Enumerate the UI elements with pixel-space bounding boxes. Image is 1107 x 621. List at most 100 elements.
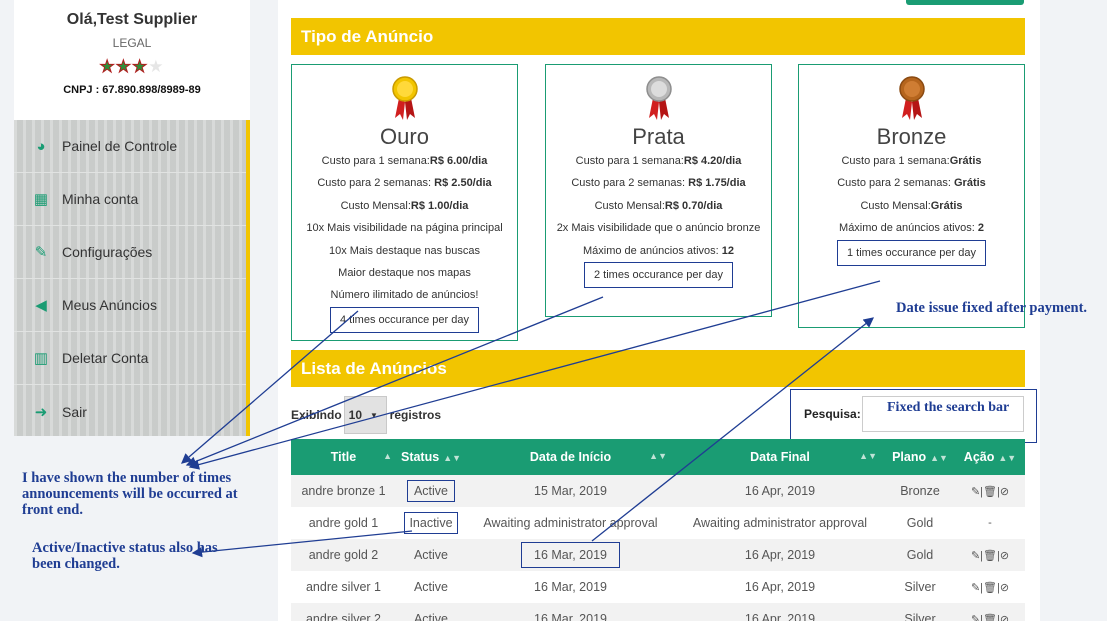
- table-header-row: Title ▲ Status ▲▼ Data de Início ▲▼ Data Fi…: [291, 439, 1025, 475]
- cell-status: Active: [396, 539, 466, 571]
- top-action-button[interactable]: [906, 0, 1024, 5]
- plan-max-ads: Máximo de anúncios ativos: 2: [839, 222, 984, 235]
- entries-select[interactable]: 10 ▼: [343, 396, 387, 434]
- plan-feature: Número ilimitado de anúncios!: [330, 289, 479, 302]
- cell-actions[interactable]: ✎|🗑|⊘: [955, 571, 1025, 603]
- sidebar-item-meus-anuncios[interactable]: ◀ Meus Anúncios: [14, 279, 246, 332]
- plan-price-1-week: Custo para 1 semana:Grátis: [841, 155, 982, 167]
- cell-actions[interactable]: ✎|🗑|⊘: [955, 539, 1025, 571]
- cell-end-date: 16 Apr, 2019: [675, 539, 885, 571]
- plan-feature: Maior destaque nos mapas: [338, 267, 471, 280]
- cell-title: andre silver 1: [291, 571, 396, 603]
- cell-start-date: 15 Mar, 2019: [466, 475, 675, 507]
- rating-stars: ★★★★: [14, 57, 250, 76]
- sort-icon: ▲▼: [859, 451, 877, 461]
- building-icon: ▦: [33, 191, 49, 208]
- cell-actions[interactable]: ✎|🗑|⊘: [955, 603, 1025, 621]
- gold-medal-icon: [391, 76, 418, 120]
- plan-price-monthly: Custo Mensal:R$ 1.00/dia: [340, 199, 469, 212]
- cell-title: andre gold 1: [291, 507, 396, 539]
- table-row: andre gold 2 Active 16 Mar, 2019 16 Apr,…: [291, 539, 1025, 571]
- entries-value: 10: [348, 408, 363, 422]
- column-header-plan[interactable]: Plano ▲▼: [885, 439, 955, 475]
- table-row: andre silver 2 Active 16 Mar, 2019 16 Ap…: [291, 603, 1025, 621]
- cell-start-date: 16 Mar, 2019: [466, 539, 675, 571]
- entries-prefix: Exibindo: [291, 408, 342, 422]
- cell-status: Active: [396, 475, 466, 507]
- chevron-down-icon: ▼: [370, 410, 378, 420]
- bronze-medal-icon: [898, 76, 925, 120]
- plan-price-2-weeks: Custo para 2 semanas: R$ 2.50/dia: [317, 177, 492, 190]
- plan-feature: 10x Mais destaque nas buscas: [328, 244, 481, 257]
- star-icon: ★: [99, 57, 116, 76]
- cell-title: andre silver 2: [291, 603, 396, 621]
- cell-plan: Gold: [885, 539, 955, 571]
- plan-name: Ouro: [380, 124, 429, 149]
- sidebar-item-label: Minha conta: [62, 191, 139, 207]
- plan-feature: 10x Mais visibilidade na página principa…: [306, 222, 503, 235]
- sidebar-item-label: Painel de Controle: [62, 138, 178, 154]
- silver-medal-icon: [645, 76, 672, 120]
- megaphone-icon: ◀: [35, 297, 47, 314]
- sort-icon: ▲▼: [443, 453, 462, 463]
- plan-card-bronze[interactable]: Bronze Custo para 1 semana:Grátis Custo …: [798, 64, 1025, 328]
- sidebar-item-painel[interactable]: ◕ Painel de Controle: [14, 120, 246, 173]
- cell-status: Active: [396, 571, 466, 603]
- sort-icon: ▲▼: [998, 453, 1017, 463]
- sidebar-item-configuracoes[interactable]: ✎ Configurações: [14, 226, 246, 279]
- plan-name: Bronze: [876, 124, 947, 149]
- cell-end-date: 16 Apr, 2019: [675, 603, 885, 621]
- star-icon: ★: [115, 57, 132, 76]
- column-header-title[interactable]: Title ▲: [291, 439, 396, 475]
- cnpj-number: CNPJ : 67.890.898/8989-89: [63, 84, 201, 96]
- cell-start-date: 16 Mar, 2019: [466, 603, 675, 621]
- cell-plan: Bronze: [885, 475, 955, 507]
- sort-icon: ▲▼: [930, 453, 948, 463]
- annotation-occurrence-note: I have shown the number of times announc…: [22, 470, 238, 518]
- annotation-date-note: Date issue fixed after payment.: [896, 300, 1088, 316]
- search-input[interactable]: Fixed the search bar: [862, 396, 1024, 432]
- cell-start-date: 16 Mar, 2019: [466, 571, 675, 603]
- sidebar-item-label: Configurações: [62, 244, 153, 260]
- sidebar-item-sair[interactable]: ➜ Sair: [14, 385, 246, 438]
- sidebar-item-minha-conta[interactable]: ▦ Minha conta: [14, 173, 246, 226]
- column-header-end-date[interactable]: Data Final ▲▼: [675, 439, 885, 475]
- column-header-action[interactable]: Ação ▲▼: [955, 439, 1025, 475]
- cell-actions: -: [955, 507, 1025, 539]
- plan-price-1-week: Custo para 1 semana:R$ 4.20/dia: [575, 155, 742, 167]
- cell-status: Active: [396, 603, 466, 621]
- column-header-status[interactable]: Status ▲▼: [396, 439, 466, 475]
- plan-frequency: 2 times occurance per day: [583, 262, 733, 289]
- wrench-icon: ✎: [34, 244, 48, 261]
- plan-name: Prata: [632, 124, 685, 149]
- sort-icon: ▲▼: [649, 451, 667, 461]
- entries-length-control: Exibindo 10 ▼ registros: [291, 396, 441, 434]
- trash-icon: ▥: [33, 350, 49, 367]
- column-header-start-date[interactable]: Data de Início ▲▼: [466, 439, 675, 475]
- plan-price-2-weeks: Custo para 2 semanas: Grátis: [837, 177, 986, 190]
- cell-end-date: 16 Apr, 2019: [675, 475, 885, 507]
- sign-out-icon: ➜: [34, 403, 48, 421]
- ads-table: Title ▲ Status ▲▼ Data de Início ▲▼ Data Fi…: [291, 439, 1025, 621]
- plan-card-silver[interactable]: Prata Custo para 1 semana:R$ 4.20/dia Cu…: [545, 64, 772, 317]
- cell-actions[interactable]: ✎|🗑|⊘: [955, 475, 1025, 507]
- cell-plan: Silver: [885, 603, 955, 621]
- sidebar-item-label: Sair: [62, 403, 87, 420]
- table-row: andre bronze 1 Active 15 Mar, 2019 16 Ap…: [291, 475, 1025, 507]
- cell-status: Inactive: [396, 507, 466, 539]
- profile-card: Olá,Test Supplier LEGAL ★★★★ CNPJ : 67.8…: [14, 0, 250, 120]
- sidebar-item-deletar-conta[interactable]: ▥ Deletar Conta: [14, 332, 246, 385]
- plan-frequency: 4 times occurance per day: [329, 306, 479, 333]
- cell-start-date: Awaiting administrator approval: [466, 507, 675, 539]
- user-role: LEGAL: [112, 36, 152, 50]
- plan-price-monthly: Custo Mensal:R$ 0.70/dia: [594, 199, 723, 212]
- table-row: andre silver 1 Active 16 Mar, 2019 16 Ap…: [291, 571, 1025, 603]
- star-icon: ★: [131, 57, 149, 76]
- cell-end-date: 16 Apr, 2019: [675, 571, 885, 603]
- plan-card-gold[interactable]: Ouro Custo para 1 semana:R$ 6.00/dia Cus…: [291, 64, 518, 341]
- plan-price-2-weeks: Custo para 2 semanas: R$ 1.75/dia: [571, 177, 746, 190]
- star-empty-icon: ★: [148, 57, 165, 76]
- table-row: andre gold 1 Inactive Awaiting administr…: [291, 507, 1025, 539]
- plan-max-ads: Máximo de anúncios ativos: 12: [582, 244, 735, 257]
- user-greeting: Olá,Test Supplier: [66, 11, 198, 28]
